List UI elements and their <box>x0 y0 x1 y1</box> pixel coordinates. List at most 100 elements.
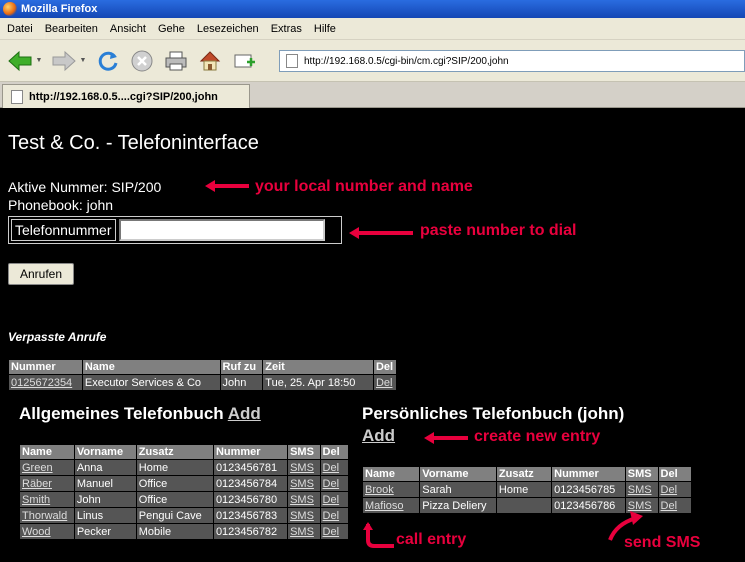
dial-form: Telefonnummer <box>8 216 342 244</box>
delete-link[interactable]: Del <box>320 524 348 539</box>
active-number: Aktive Nummer: SIP/200 <box>8 179 162 195</box>
stop-button[interactable] <box>128 47 156 75</box>
stop-icon <box>131 50 153 71</box>
contact-extra: Office <box>136 476 213 491</box>
general-phonebook-table: Name Vorname Zusatz Nummer SMS Del Green… <box>19 444 349 540</box>
contact-name-link[interactable]: Thorwald <box>20 508 74 523</box>
column-header: SMS <box>288 445 320 459</box>
menu-datei[interactable]: Datei <box>0 23 38 35</box>
annotation-create-entry: create new entry <box>474 428 601 445</box>
annotation-arrow-icon <box>349 227 413 239</box>
menu-lesezeichen[interactable]: Lesezeichen <box>190 23 264 35</box>
table-row: Green Anna Home 0123456781 SMS Del <box>20 460 348 475</box>
delete-link[interactable]: Del <box>658 482 691 497</box>
column-header: Name <box>20 445 74 459</box>
missed-time: Tue, 25. Apr 18:50 <box>263 375 373 390</box>
dial-number-input[interactable] <box>118 219 325 241</box>
menu-bar: Datei Bearbeiten Ansicht Gehe Lesezeiche… <box>0 18 745 40</box>
table-row: Brook Sarah Home 0123456785 SMS Del <box>363 482 691 497</box>
window-titlebar: Mozilla Firefox <box>0 0 745 18</box>
table-row: Wood Pecker Mobile 0123456782 SMS Del <box>20 524 348 539</box>
forward-button[interactable] <box>50 47 78 75</box>
menu-gehe[interactable]: Gehe <box>151 23 190 35</box>
firefox-logo-icon <box>3 2 17 16</box>
tab-strip: http://192.168.0.5....cgi?SIP/200,john <box>0 82 745 108</box>
personal-header-row: Name Vorname Zusatz Nummer SMS Del <box>363 467 691 481</box>
contact-firstname: Linus <box>74 508 136 523</box>
menu-bearbeiten[interactable]: Bearbeiten <box>38 23 103 35</box>
back-dropdown[interactable]: ▼ <box>34 47 44 75</box>
contact-extra: Home <box>136 460 213 475</box>
contact-name-link[interactable]: Mafioso <box>363 498 420 513</box>
delete-link[interactable]: Del <box>320 508 348 523</box>
table-row: Smith John Office 0123456780 SMS Del <box>20 492 348 507</box>
contact-firstname: Manuel <box>74 476 136 491</box>
contact-firstname: Pecker <box>74 524 136 539</box>
contact-name-link[interactable]: Green <box>20 460 74 475</box>
column-header: Name <box>363 467 420 481</box>
delete-link[interactable]: Del <box>658 498 691 513</box>
column-header: Del <box>658 467 691 481</box>
delete-link[interactable]: Del <box>320 460 348 475</box>
general-header-row: Name Vorname Zusatz Nummer SMS Del <box>20 445 348 459</box>
sms-link[interactable]: SMS <box>288 524 320 539</box>
contact-name-link[interactable]: Brook <box>363 482 420 497</box>
general-add-link[interactable]: Add <box>228 404 261 423</box>
reload-button[interactable] <box>94 47 122 75</box>
contact-number: 0123456785 <box>552 482 625 497</box>
annotation-send-sms: send SMS <box>624 534 701 551</box>
delete-link[interactable]: Del <box>320 492 348 507</box>
sms-link[interactable]: SMS <box>625 482 658 497</box>
contact-number: 0123456781 <box>213 460 288 475</box>
personal-add-link[interactable]: Add <box>362 426 395 446</box>
call-button[interactable]: Anrufen <box>8 263 74 285</box>
contact-number: 0123456783 <box>213 508 288 523</box>
back-arrow-icon <box>8 50 32 71</box>
annotation-arrow-icon <box>205 180 249 192</box>
contact-name-link[interactable]: Wood <box>20 524 74 539</box>
column-header: Zeit <box>263 360 373 374</box>
annotation-arrow-icon <box>363 522 394 548</box>
menu-hilfe[interactable]: Hilfe <box>307 23 341 35</box>
annotation-dial: paste number to dial <box>420 222 577 239</box>
print-button[interactable] <box>162 47 190 75</box>
column-header: Name <box>82 360 220 374</box>
general-phonebook-title: Allgemeines Telefonbuch <box>19 404 224 423</box>
missed-calls-table: Nummer Name Ruf zu Zeit Del 0125672354 E… <box>8 359 397 391</box>
back-button[interactable] <box>6 47 34 75</box>
annotation-arrow-icon <box>424 432 468 444</box>
menu-extras[interactable]: Extras <box>264 23 307 35</box>
sms-link[interactable]: SMS <box>288 508 320 523</box>
address-bar[interactable] <box>279 50 745 72</box>
tab-current[interactable]: http://192.168.0.5....cgi?SIP/200,john <box>2 84 250 108</box>
missed-callee: John <box>220 375 263 390</box>
menu-ansicht[interactable]: Ansicht <box>103 23 151 35</box>
page-icon <box>286 54 298 68</box>
sms-link[interactable]: SMS <box>288 476 320 491</box>
delete-link[interactable]: Del <box>320 476 348 491</box>
missed-number-link[interactable]: 0125672354 <box>9 375 82 390</box>
column-header: Vorname <box>74 445 136 459</box>
new-tab-button[interactable] <box>230 47 258 75</box>
sms-link[interactable]: SMS <box>288 460 320 475</box>
window-title: Mozilla Firefox <box>21 3 98 15</box>
missed-calls-heading: Verpasste Anrufe <box>8 330 107 344</box>
column-header: Nummer <box>213 445 288 459</box>
url-input[interactable] <box>304 55 724 67</box>
contact-number: 0123456782 <box>213 524 288 539</box>
column-header: Zusatz <box>136 445 213 459</box>
home-button[interactable] <box>196 47 224 75</box>
contact-firstname: Sarah <box>420 482 496 497</box>
page-title: Test & Co. - Telefoninterface <box>8 132 259 154</box>
navigation-toolbar: ▼ ▼ <box>0 40 745 82</box>
contact-name-link[interactable]: Smith <box>20 492 74 507</box>
home-icon <box>199 50 221 70</box>
contact-name-link[interactable]: Räber <box>20 476 74 491</box>
contact-number: 0123456784 <box>213 476 288 491</box>
forward-arrow-icon <box>52 50 76 71</box>
sms-link[interactable]: SMS <box>288 492 320 507</box>
phonebook-label: Phonebook: john <box>8 197 114 213</box>
missed-delete-link[interactable]: Del <box>373 375 396 390</box>
forward-dropdown[interactable]: ▼ <box>78 47 88 75</box>
contact-extra: Office <box>136 492 213 507</box>
